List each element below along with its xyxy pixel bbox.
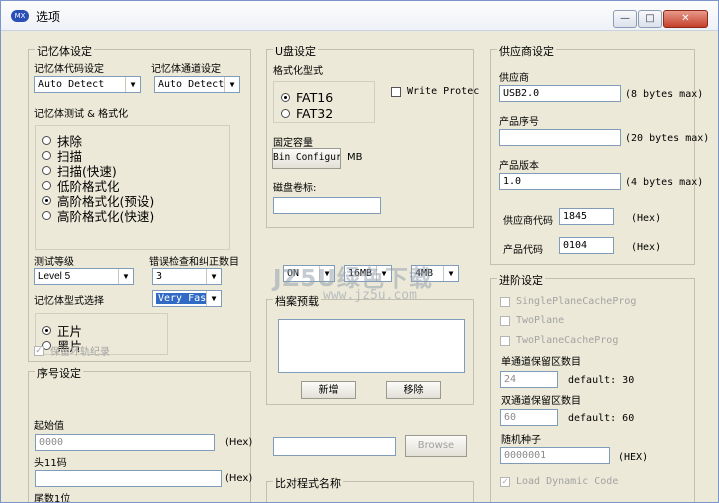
add-button[interactable]: 新增 (301, 381, 356, 399)
vendor-label: 供应商 (499, 73, 529, 84)
memory-code-value: Auto Detect (38, 79, 105, 90)
group-title: 供应商设定 (497, 43, 556, 59)
single-reserve-default: default: 30 (568, 375, 635, 386)
window-title: 选项 (36, 10, 61, 24)
group-title: 进阶设定 (497, 272, 545, 288)
chevron-down-icon[interactable]: ▼ (118, 269, 133, 284)
memory-test-options: 抹除 扫描 扫描(快速) 低阶格式化 高阶格式化(预设) 高阶格式化(快速) (35, 125, 230, 250)
memory-type-label: 记忆体型式选择 (34, 296, 104, 307)
write-protect-checkbox[interactable]: Write Protec (391, 86, 479, 97)
serial-head-label: 头11码 (34, 458, 67, 469)
bin-config-button[interactable]: Bin Configur (272, 148, 341, 169)
memory-test-label: 记忆体测试 & 格式化 (34, 109, 129, 120)
serial-head-input[interactable] (35, 470, 222, 487)
serial-start-input[interactable]: 0000 (35, 434, 215, 451)
vendor-settings-group: 供应商设定 供应商 USB2.0 (8 bytes max) 产品序号 (20 … (490, 43, 709, 265)
random-seed-unit: (HEX) (618, 452, 649, 463)
app-icon: MX (11, 10, 29, 22)
format-type-label: 格式化型式 (273, 66, 323, 77)
memory-code-select[interactable]: Auto Detect ▼ (34, 76, 141, 93)
load-dynamic-code-checkbox[interactable]: ✓ Load Dynamic Code (500, 476, 618, 487)
dialog-content: 记忆体设定 记忆体代码设定 Auto Detect ▼ 记忆体通道设定 Auto… (1, 31, 718, 502)
serial-start-unit: (Hex) (225, 437, 253, 448)
fs-options: FAT16 FAT32 (273, 81, 375, 123)
pid-unit: (Hex) (631, 242, 662, 253)
ecc-select[interactable]: 3 ▼ (152, 268, 222, 285)
single-reserve-label: 单通道保留区数目 (501, 357, 581, 368)
vid-unit: (Hex) (631, 213, 662, 224)
minimize-button[interactable]: — (613, 10, 637, 28)
serial-settings-group: 序号设定 起始值 0000 (Hex) 头11码 (Hex) 尾数1位 (28, 365, 253, 503)
volume-input[interactable] (273, 197, 381, 214)
compare-program-group: 比对程式名称 (266, 475, 474, 502)
dual-reserve-input[interactable]: 60 (500, 409, 558, 426)
radio-high-format-fast[interactable]: 高阶格式化(快速) (42, 206, 154, 225)
product-version-label: 产品版本 (499, 161, 539, 172)
dual-reserve-label: 双通道保留区数目 (501, 396, 581, 407)
ecc-value: 3 (156, 271, 163, 282)
single-reserve-input[interactable]: 24 (500, 371, 558, 388)
capacity-unit: MB (347, 152, 363, 163)
options-window: MX 选项 — □ ✕ 记忆体设定 记忆体代码设定 Auto Detect ▼ … (0, 0, 719, 503)
group-title: 记忆体设定 (35, 43, 94, 59)
advanced-settings-group: 进阶设定 SinglePlaneCacheProg TwoPlane TwoPl… (490, 272, 695, 502)
test-level-label: 测试等级 (34, 257, 74, 268)
random-seed-input[interactable]: 0000001 (500, 447, 610, 464)
memory-settings-group: 记忆体设定 记忆体代码设定 Auto Detect ▼ 记忆体通道设定 Auto… (28, 43, 251, 362)
two-plane-checkbox[interactable]: TwoPlane (500, 315, 564, 326)
group-title: 比对程式名称 (273, 475, 343, 491)
group-title: 序号设定 (35, 365, 83, 381)
dual-reserve-default: default: 60 (568, 413, 635, 424)
udisk-settings-group: U盘设定 格式化型式 FAT16 FAT32 Write Protec 固定容量… (266, 43, 479, 228)
group-title: 档案预载 (273, 293, 321, 309)
compare-path-input[interactable] (273, 437, 396, 456)
memory-channel-value: Auto Detect (158, 79, 225, 90)
vendor-hint: (8 bytes max) (625, 89, 704, 100)
single-plane-cache-prog-checkbox[interactable]: SinglePlaneCacheProg (500, 296, 636, 307)
product-version-hint: (4 bytes max) (625, 177, 704, 188)
volume-label: 磁盘卷标: (273, 183, 317, 194)
serial-partial-label: 尾数1位 (34, 494, 71, 503)
memory-code-label: 记忆体代码设定 (34, 64, 104, 75)
archive-file-list[interactable] (278, 319, 465, 373)
close-button[interactable]: ✕ (663, 10, 708, 28)
chevron-down-icon[interactable]: ▼ (443, 266, 458, 281)
archive-preload-group: 档案预载 新增 移除 (266, 293, 474, 405)
radio-fat32[interactable]: FAT32 (281, 106, 333, 121)
keep-bad-track-checkbox[interactable]: ✓ 保留坏轨纪录 (34, 343, 110, 358)
pid-label: 产品代码 (503, 245, 543, 256)
chevron-down-icon[interactable]: ▼ (206, 291, 221, 306)
maximize-button[interactable]: □ (638, 10, 662, 28)
test-level-value: Level 5 (38, 271, 71, 282)
remove-button[interactable]: 移除 (386, 381, 441, 399)
chevron-down-icon[interactable]: ▼ (125, 77, 140, 92)
random-seed-label: 随机种子 (501, 435, 541, 446)
product-serial-label: 产品序号 (499, 117, 539, 128)
product-version-input[interactable]: 1.0 (499, 173, 621, 190)
capacity-label: 固定容量 (273, 138, 313, 149)
vendor-input[interactable]: USB2.0 (499, 85, 621, 102)
serial-start-label: 起始值 (34, 421, 64, 432)
radio-fat16[interactable]: FAT16 (281, 90, 333, 105)
title-bar: MX 选项 — □ ✕ (1, 1, 718, 31)
product-serial-hint: (20 bytes max) (625, 133, 710, 144)
test-level-select[interactable]: Level 5 ▼ (34, 268, 134, 285)
chevron-down-icon[interactable]: ▼ (224, 77, 239, 92)
vid-label: 供应商代码 (503, 216, 553, 227)
watermark-url: www.jz5u.com (323, 288, 417, 303)
product-serial-input[interactable] (499, 129, 621, 146)
browse-button[interactable]: Browse (405, 435, 467, 457)
vid-input[interactable]: 1845 (559, 208, 614, 225)
memory-type-select[interactable]: Very Fast ▼ (152, 290, 222, 307)
ecc-label: 错误检查和纠正数目 (149, 257, 239, 268)
two-plane-cache-prog-checkbox[interactable]: TwoPlaneCacheProg (500, 335, 618, 346)
group-title: U盘设定 (273, 43, 319, 59)
chevron-down-icon[interactable]: ▼ (206, 269, 221, 284)
memory-channel-select[interactable]: Auto Detect ▼ (154, 76, 240, 93)
serial-head-unit: (Hex) (225, 473, 253, 484)
memory-channel-label: 记忆体通道设定 (151, 64, 221, 75)
pid-input[interactable]: 0104 (559, 237, 614, 254)
